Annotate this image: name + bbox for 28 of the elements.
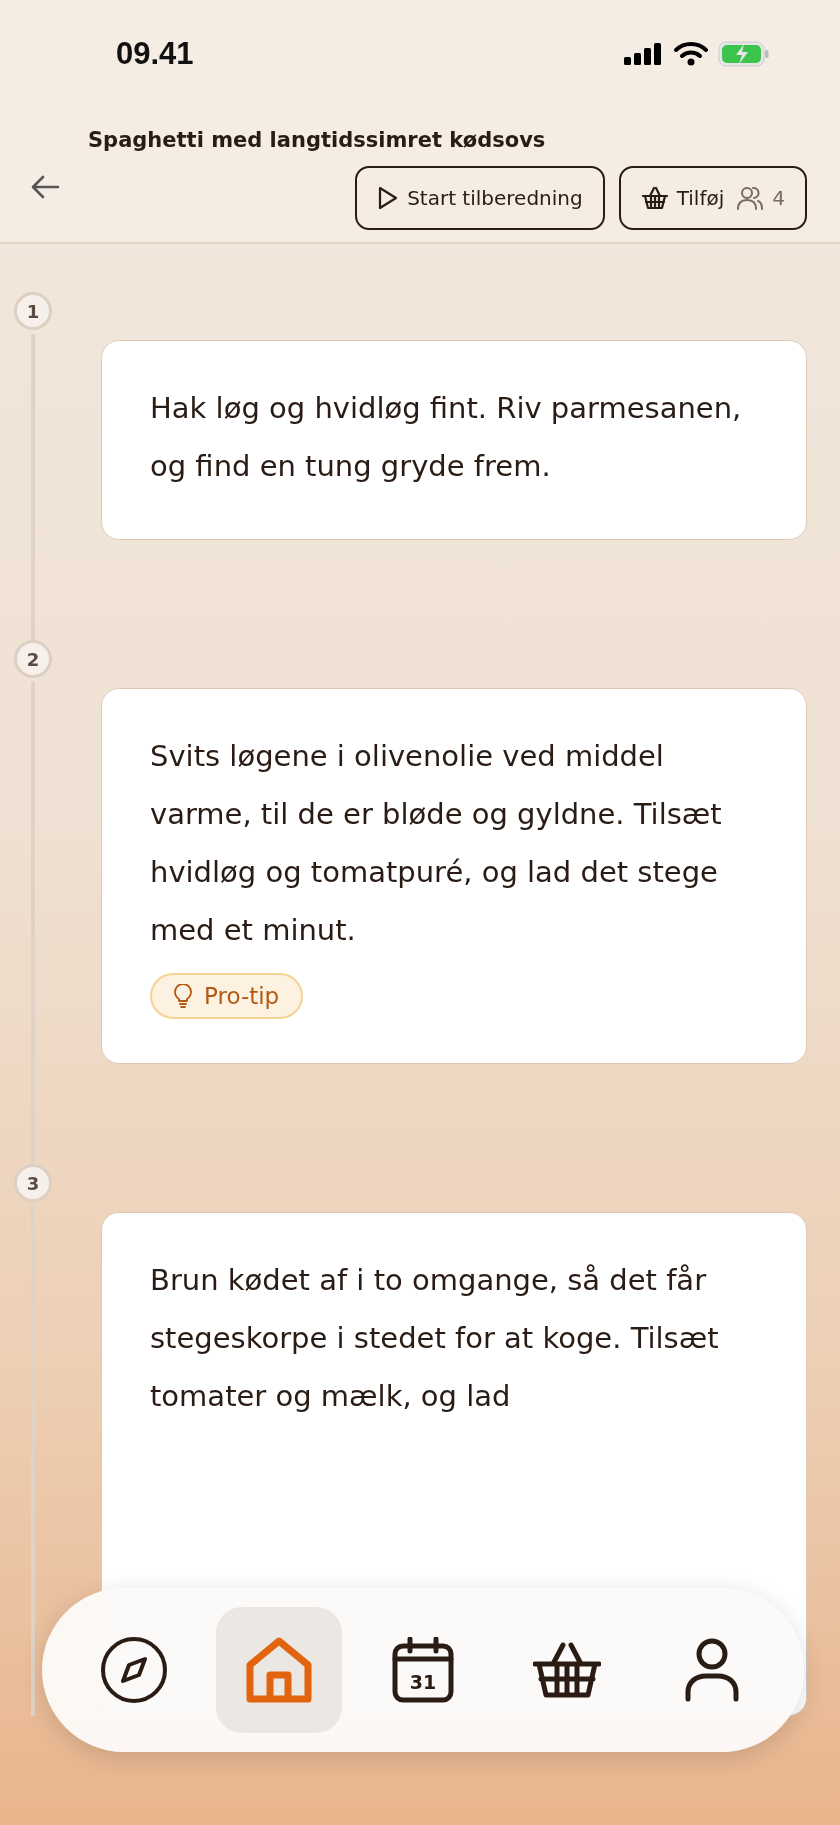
step-number: 2 <box>14 640 52 678</box>
back-arrow-icon[interactable] <box>30 174 60 200</box>
step-number: 3 <box>14 1164 52 1202</box>
step-number: 1 <box>14 292 52 330</box>
recipe-title: Spaghetti med langtidssimret kødsovs <box>88 128 547 152</box>
pro-tip-tag[interactable]: Pro-tip <box>150 973 304 1019</box>
wifi-icon <box>674 42 708 66</box>
lightbulb-icon <box>174 984 192 1008</box>
calendar-tab[interactable]: 31 <box>359 1607 486 1733</box>
play-icon <box>377 185 400 211</box>
start-cooking-button[interactable]: Start tilberedning <box>355 166 605 230</box>
step-text: Hak løg og hvidløg fint. Riv parmesanen, og find en tung gryde frem. <box>150 390 743 485</box>
home-tab[interactable] <box>215 1607 342 1733</box>
compass-icon <box>100 1636 169 1704</box>
basket-icon <box>533 1642 602 1698</box>
pro-tip-label: Pro-tip <box>204 983 280 1009</box>
profile-icon <box>683 1638 740 1702</box>
add-to-basket-button[interactable]: Tilføj 4 <box>618 166 807 230</box>
battery-icon <box>718 41 770 67</box>
home-icon <box>245 1637 312 1703</box>
signal-icon <box>624 43 664 65</box>
basket-icon <box>640 186 669 210</box>
step-text: Svits løgene i olivenolie ved middel varme, til de er bløde og gyldne. Tilsæt hvidløg og tomatpuré, og lad det stege med et minut. <box>150 738 723 949</box>
status-time: 09.41 <box>116 36 194 72</box>
people-icon <box>736 185 765 211</box>
step-text: Brun kødet af i to omgange, så det får stegeskorpe i stedet for at koge. Tilsæt tomater og mælk, og lad <box>150 1262 720 1415</box>
add-label: Tilføj <box>676 186 725 210</box>
servings-count: 4 <box>772 186 785 210</box>
